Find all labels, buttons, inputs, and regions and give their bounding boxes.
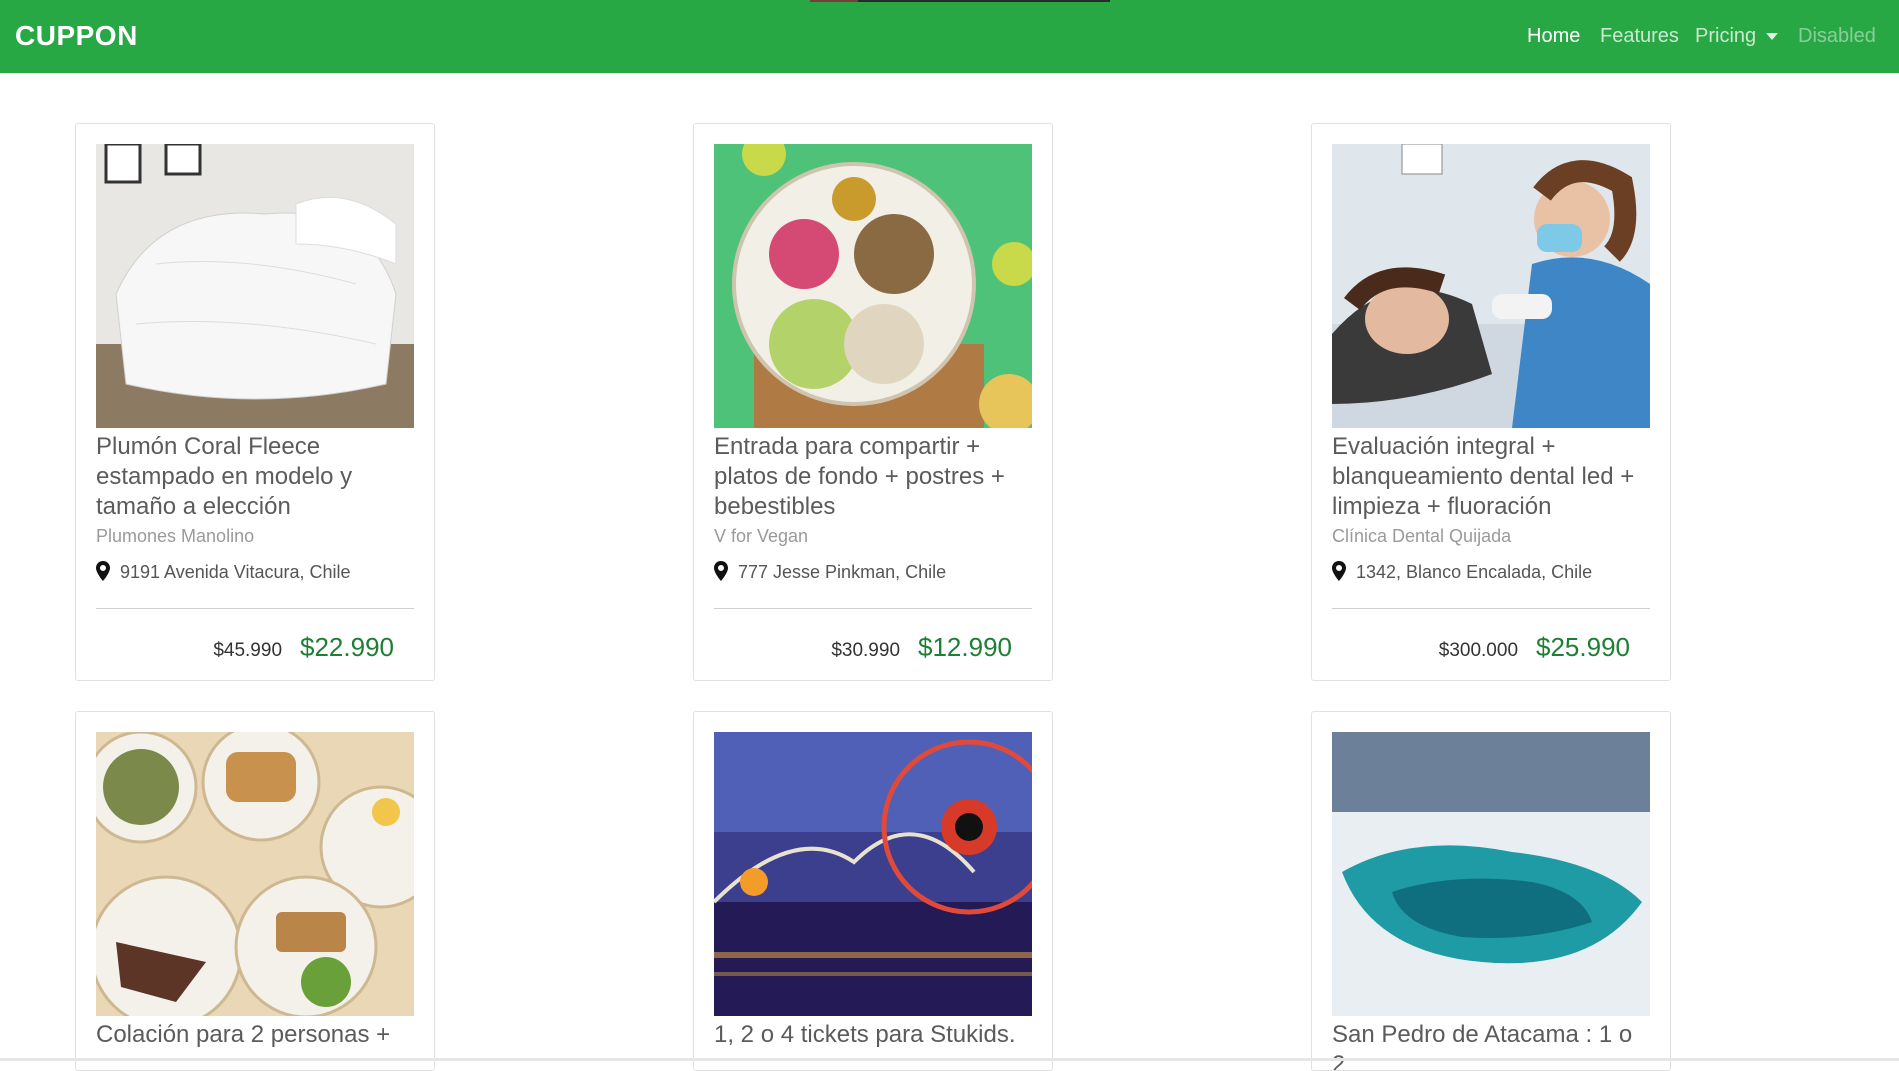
map-pin-icon [714,561,728,581]
map-pin-icon [96,561,110,581]
deal-prices: $30.990 $12.990 [831,632,1012,663]
new-price: $25.990 [1536,632,1630,662]
nav-disabled: Disabled [1798,25,1876,47]
deal-vendor: Plumones Manolino [96,526,255,546]
old-price: $45.990 [213,640,283,661]
nav-features[interactable]: Features [1600,25,1679,48]
new-price: $22.990 [300,632,394,662]
navbar: CUPPON Home Features Pricing Disabled [0,0,1899,73]
deal-title[interactable]: Entrada para compartir + platos de fondo… [714,432,1032,522]
new-price: $12.990 [918,632,1012,662]
deal-title[interactable]: San Pedro de Atacama : 1 o 2 [1332,1020,1650,1070]
deal-card[interactable]: San Pedro de Atacama : 1 o 2 [1311,711,1671,1071]
deal-image-lunch[interactable] [96,732,414,1016]
map-pin-icon [1332,561,1346,581]
deal-prices: $45.990 $22.990 [213,632,394,663]
deal-prices: $300.000 $25.990 [1439,632,1630,663]
deal-image-dental[interactable] [1332,144,1650,428]
deal-image-vegan-bowl[interactable] [714,144,1032,428]
divider [96,608,414,609]
deal-address: 777 Jesse Pinkman, Chile [714,561,946,583]
nav-pricing-dropdown[interactable]: Pricing [1695,25,1779,48]
old-price: $300.000 [1438,640,1519,661]
old-price: $30.990 [831,640,901,661]
deal-address-text: 777 Jesse Pinkman, Chile [738,562,947,582]
deal-address: 9191 Avenida Vitacura, Chile [96,561,351,583]
deal-card[interactable]: Evaluación integral + blanqueamiento den… [1311,123,1671,681]
deal-title[interactable]: 1, 2 o 4 tickets para Stukids. [714,1020,1032,1050]
nav-pricing-label: Pricing [1695,25,1757,47]
deal-address-text: 1342, Blanco Encalada, Chile [1356,562,1593,582]
deal-vendor: V for Vegan [714,526,809,546]
deal-image-atacama-lagoon[interactable] [1332,732,1650,1016]
deal-title[interactable]: Plumón Coral Fleece estampado en modelo … [96,432,414,522]
nav-home[interactable]: Home [1527,25,1580,48]
deal-title[interactable]: Colación para 2 personas + [96,1020,414,1050]
deal-card[interactable]: Colación para 2 personas + [75,711,435,1071]
brand-logo[interactable]: CUPPON [15,20,138,52]
caret-down-icon [1766,33,1779,41]
loading-progress-bar [810,0,1110,2]
deal-address-text: 9191 Avenida Vitacura, Chile [120,562,351,582]
divider [1332,608,1650,609]
deal-card[interactable]: Plumón Coral Fleece estampado en modelo … [75,123,435,681]
deal-image-duvet[interactable] [96,144,414,428]
deal-address: 1342, Blanco Encalada, Chile [1332,561,1592,583]
divider [714,608,1032,609]
deal-vendor: Clínica Dental Quijada [1332,526,1512,546]
deal-card[interactable]: 1, 2 o 4 tickets para Stukids. [693,711,1053,1071]
deal-card[interactable]: Entrada para compartir + platos de fondo… [693,123,1053,681]
deal-title[interactable]: Evaluación integral + blanqueamiento den… [1332,432,1650,522]
deal-image-amusement-park[interactable] [714,732,1032,1016]
